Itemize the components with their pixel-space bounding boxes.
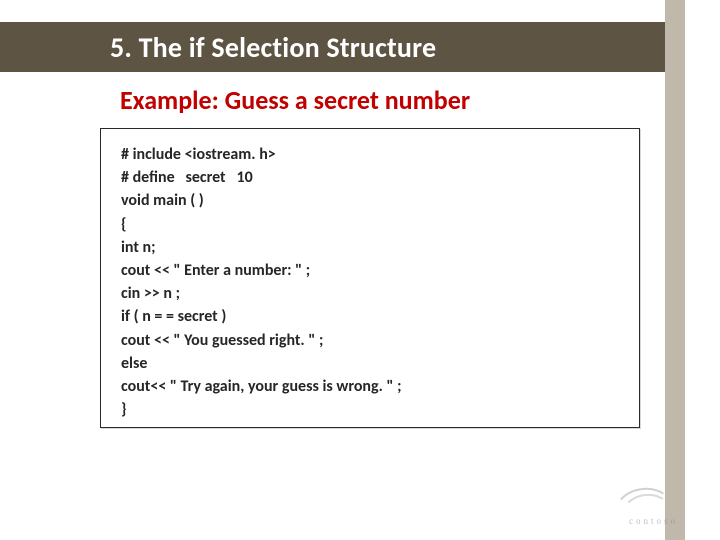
code-box: # include <iostream. h> # define secret … bbox=[100, 128, 640, 428]
code-line: cout << " You guessed right. " ; bbox=[121, 329, 621, 352]
code-line: cin >> n ; bbox=[121, 282, 621, 305]
code-line: void main ( ) bbox=[121, 189, 621, 212]
code-line: { bbox=[121, 213, 621, 236]
code-line: # include <iostream. h> bbox=[121, 143, 621, 166]
contoso-logo: contoso bbox=[588, 488, 678, 528]
code-line: cout<< " Try again, your guess is wrong.… bbox=[121, 375, 621, 398]
code-line: else bbox=[121, 352, 621, 375]
decorative-right-stripe bbox=[665, 0, 685, 540]
example-subtitle: Example: Guess a secret number bbox=[120, 84, 470, 116]
code-line: int n; bbox=[121, 236, 621, 259]
logo-text: contoso bbox=[629, 516, 678, 526]
code-line: cout << " Enter a number: " ; bbox=[121, 259, 621, 282]
code-line: } bbox=[121, 398, 621, 421]
code-line: # define secret 10 bbox=[121, 166, 621, 189]
slide-title: 5. The if Selection Structure bbox=[110, 30, 436, 65]
code-line: if ( n = = secret ) bbox=[121, 305, 621, 328]
title-bar: 5. The if Selection Structure bbox=[0, 22, 665, 72]
